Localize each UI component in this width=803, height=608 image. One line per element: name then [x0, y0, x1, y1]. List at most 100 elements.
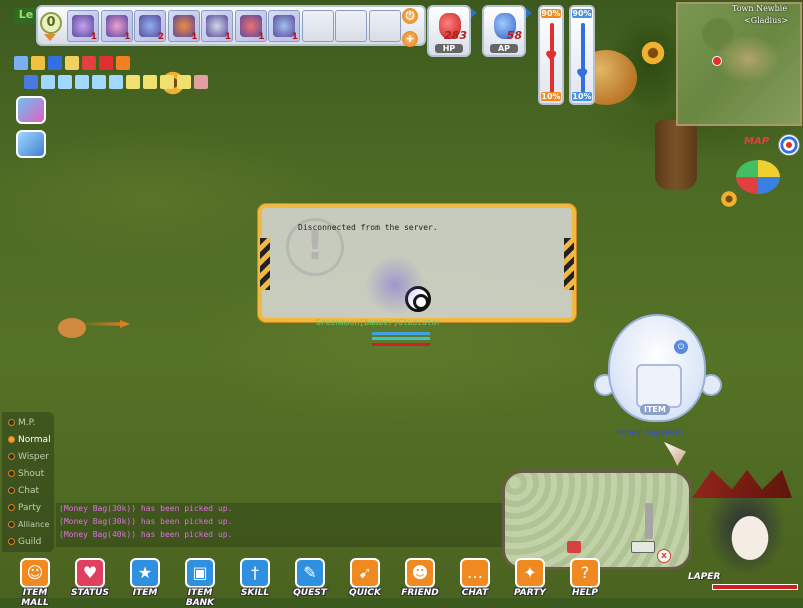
status-effect-icon — [41, 75, 55, 89]
menu-label: QUEST — [293, 588, 327, 598]
menu-label: ITEM BANK — [185, 588, 215, 608]
player-marker-icon — [712, 56, 722, 66]
quick-slot[interactable] — [335, 10, 367, 42]
menu-label: CHAT — [461, 588, 489, 598]
menu-quick-button[interactable]: ➹ QUICK — [342, 558, 388, 598]
chat-tab-panel: M.P. Normal Wisper Shout Chat Party Alli… — [2, 412, 54, 552]
party-icon: ✦ — [515, 558, 545, 588]
quick-slot[interactable]: 1 — [67, 10, 99, 42]
minimap-title: Town Newbie — [732, 4, 788, 13]
chevron-right-icon[interactable] — [471, 8, 477, 18]
scroll-arrows-icon[interactable] — [631, 541, 655, 553]
quick-slot-qty: 1 — [124, 32, 131, 42]
chat-tab-mp[interactable]: M.P. — [8, 418, 36, 428]
minimap-subtitle: <Gladius> — [744, 16, 789, 25]
add-icon[interactable]: + — [402, 31, 418, 47]
hp-potion-slot[interactable]: 283 HP — [427, 5, 471, 57]
heart-icon: ♥ — [576, 67, 589, 83]
status-effect-icon — [177, 75, 191, 89]
mall-icon: ☺ — [20, 558, 50, 588]
menu-help-button[interactable]: ? HELP — [562, 558, 608, 598]
radio-icon — [8, 504, 15, 511]
menu-chat-button[interactable]: … CHAT — [452, 558, 498, 598]
quick-slot[interactable] — [301, 10, 334, 42]
chat-tab-label: Chat — [18, 486, 40, 496]
ap-gauge: 90% ♥ 10% — [569, 5, 595, 105]
quick-slot-qty: 1 — [224, 32, 231, 42]
hp-potion-label: HP — [435, 44, 463, 53]
buff-icon — [65, 56, 79, 70]
swords-icon[interactable] — [16, 130, 46, 158]
quick-slot-page-counter[interactable]: 0 — [40, 12, 62, 34]
menu-friend-button[interactable]: ☻ FRIEND — [397, 558, 443, 598]
menu-quest-button[interactable]: ✎ QUEST — [287, 558, 333, 598]
menu-item-mall-button[interactable]: ☺ ITEM MALL — [12, 558, 58, 608]
chat-tab-guild[interactable]: Guild — [8, 537, 41, 547]
quick-slot-qty: 1 — [258, 32, 265, 42]
buff-icon — [82, 56, 96, 70]
quick-slot-page-arrow[interactable] — [44, 34, 56, 41]
player-character[interactable] — [365, 255, 425, 315]
menu-skill-button[interactable]: † SKILL — [232, 558, 278, 598]
chat-tab-shout[interactable]: Shout — [8, 469, 44, 479]
hp-gauge: 90% ♥ 10% — [538, 5, 564, 105]
map-button[interactable]: MAP — [744, 136, 769, 147]
quick-slot[interactable]: 1 — [268, 10, 300, 42]
quick-slot[interactable]: 1 — [201, 10, 233, 42]
ap-potion-slot[interactable]: 58 AP — [482, 5, 526, 57]
egg-item-slot[interactable] — [636, 364, 682, 408]
beach-ball-object[interactable] — [736, 160, 780, 194]
target-icon[interactable] — [778, 134, 800, 156]
chat-tab-chat[interactable]: Chat — [8, 486, 39, 496]
quick-slot[interactable]: 2 — [134, 10, 166, 42]
chat-log[interactable]: (Money Bag(30k)) has been picked up. (Mo… — [56, 503, 516, 547]
reply-icon[interactable] — [567, 541, 581, 553]
chat-tab-label: Shout — [18, 469, 45, 479]
menu-item-bank-button[interactable]: ▣ ITEM BANK — [177, 558, 223, 608]
ap-gauge-top-label: 90% — [572, 9, 592, 18]
chat-tab-label: Normal — [18, 435, 51, 445]
portrait-hp-bar — [712, 584, 798, 590]
item-pickup-egg[interactable]: ⏻ ITEM — [608, 314, 706, 422]
quick-slot[interactable] — [368, 10, 401, 42]
menu-label: ITEM MALL — [21, 588, 49, 608]
chat-tab-party[interactable]: Party — [8, 503, 41, 513]
chat-tab-alliance[interactable]: Alliance — [8, 520, 49, 529]
money-bag-drop-label[interactable]: Money Bag(90k) — [617, 428, 684, 437]
npc-marker[interactable] — [58, 318, 86, 338]
ap-gauge-bottom-label: 10% — [572, 92, 592, 101]
sword-icon: † — [240, 558, 270, 588]
radio-icon — [8, 487, 15, 494]
chevron-right-icon[interactable] — [526, 8, 532, 18]
menu-item-button[interactable]: ★ ITEM — [122, 558, 168, 598]
radio-icon — [8, 521, 15, 528]
power-icon[interactable]: ⏻ — [674, 340, 688, 354]
character-hp-bar — [372, 343, 430, 346]
quick-icon: ➹ — [350, 558, 380, 588]
menu-label: SKILL — [240, 588, 270, 598]
flower-decoration — [640, 40, 666, 66]
emote-panel[interactable]: x — [502, 470, 692, 570]
status-effect-icon — [109, 75, 123, 89]
chat-tab-wisper[interactable]: Wisper — [8, 452, 49, 462]
status-effect-icon — [24, 75, 38, 89]
buff-icon — [31, 56, 45, 70]
menu-status-button[interactable]: ♥ STATUS — [67, 558, 113, 598]
radio-icon — [8, 470, 15, 477]
chat-tab-normal[interactable]: Normal — [8, 435, 51, 445]
dialog-message: Disconnected from the server. — [298, 223, 438, 232]
quick-slot-qty: 1 — [291, 32, 298, 42]
quick-slot[interactable]: 1 — [100, 10, 133, 42]
quick-slot[interactable]: 1 — [234, 10, 267, 42]
scrollbar[interactable] — [645, 503, 653, 539]
character-mp-bar — [372, 332, 430, 335]
heart-wings-icon[interactable] — [16, 96, 46, 124]
chat-tab-label: Alliance — [18, 520, 50, 529]
power-icon[interactable]: ⏻ — [402, 8, 418, 24]
buff-icon — [14, 56, 28, 70]
buff-icon — [48, 56, 62, 70]
menu-party-button[interactable]: ✦ PARTY — [507, 558, 553, 598]
menu-label: HELP — [571, 588, 598, 598]
quick-slot[interactable]: 1 — [167, 10, 200, 42]
status-effect-icon — [75, 75, 89, 89]
